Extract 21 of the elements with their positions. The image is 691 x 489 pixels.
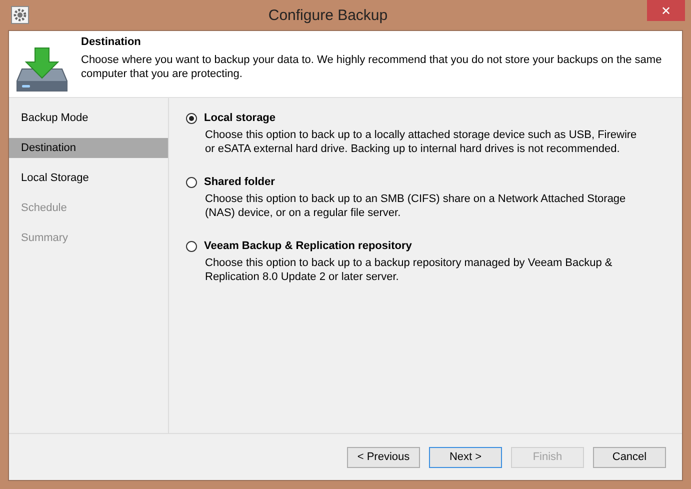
radio-button[interactable] — [186, 112, 197, 124]
gear-icon[interactable] — [11, 6, 29, 24]
window-title: Configure Backup — [268, 6, 389, 24]
radio-button[interactable] — [186, 176, 197, 188]
close-button[interactable]: ✕ — [647, 0, 685, 21]
step-item[interactable]: Backup Mode — [9, 108, 168, 128]
dialog-button[interactable]: < Previous — [347, 446, 420, 468]
drive-download-icon — [16, 47, 68, 93]
step-item[interactable]: Destination — [9, 138, 168, 158]
option-label[interactable]: Local storage — [204, 112, 276, 124]
dialog-button[interactable]: Cancel — [593, 446, 666, 468]
page-title: Destination — [81, 36, 142, 48]
radio-button[interactable] — [186, 240, 197, 252]
option-description: Choose this option to back up to a locally attached storage device such as USB, Firewire or eSATA external hard drive. Backing up to internal hard drives is not recommended. — [205, 128, 638, 156]
option-description: Choose this option to back up to an SMB (CIFS) share on a Network Attached Storage (NAS) device, or on a regular file server. — [205, 192, 627, 220]
dialog-button[interactable]: Next > — [429, 446, 502, 468]
option-label[interactable]: Veeam Backup & Replication repository — [204, 240, 412, 252]
page-description: Choose where you want to backup your data to. We highly recommend that you do not store your backups on the same computer that you are protecting. — [81, 53, 662, 81]
step-item[interactable]: Local Storage — [9, 168, 168, 188]
option-label[interactable]: Shared folder — [204, 176, 275, 188]
option-description: Choose this option to back up to a backup repository managed by Veeam Backup & Replication 8.0 Update 2 or later server. — [205, 256, 614, 284]
